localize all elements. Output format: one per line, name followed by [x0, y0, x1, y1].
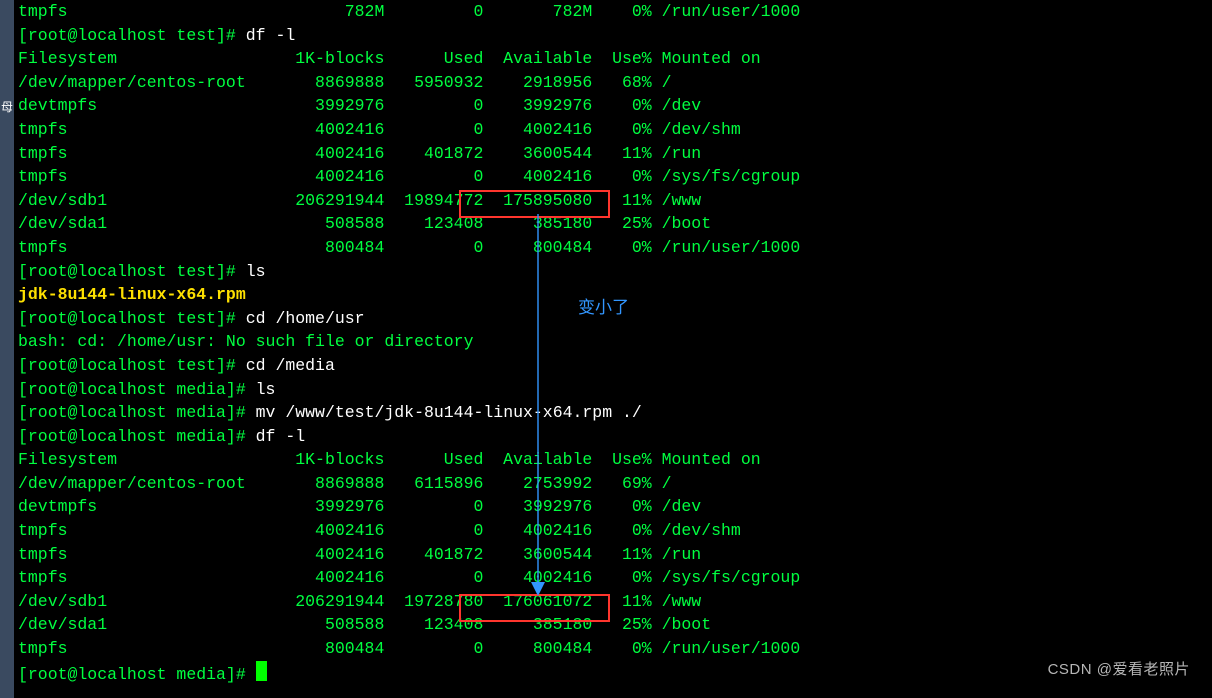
watermark-text: CSDN @爱看老照片 — [1048, 658, 1190, 682]
annotation-label: 变小了 — [578, 296, 629, 320]
cursor — [256, 661, 267, 681]
terminal-area[interactable]: tmpfs 782M 0 782M 0% /run/user/1000 [roo… — [0, 0, 1212, 686]
